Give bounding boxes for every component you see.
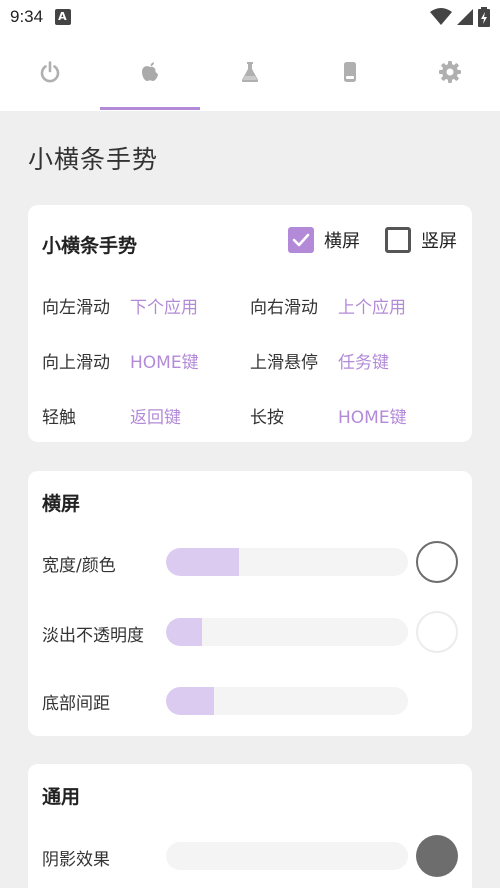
gesture-tap-action[interactable]: 返回键: [130, 403, 181, 428]
top-bar: 9:34: [0, 0, 500, 111]
landscape-checkbox-label: 横屏: [324, 231, 360, 252]
gesture-swipe-left-action[interactable]: 下个应用: [130, 293, 198, 318]
tab-apple[interactable]: [100, 48, 200, 100]
gesture-card: 小横条手势 横屏 竖屏 向左滑动 下个应用 向右滑动 上个应用 向上滑动 HOM…: [28, 205, 472, 442]
gesture-long-press-label: 长按: [250, 408, 284, 428]
checkbox-unchecked-icon: [385, 227, 411, 253]
gear-icon: [439, 61, 461, 83]
gesture-card-title: 小横条手势: [42, 235, 138, 257]
phone-icon: [344, 62, 356, 82]
width-color-label: 宽度/颜色: [42, 556, 116, 576]
gesture-swipe-right-action[interactable]: 上个应用: [338, 293, 406, 318]
gesture-swipe-right-label: 向右滑动: [250, 298, 318, 318]
tab-selected-indicator: [100, 107, 200, 110]
fade-opacity-label: 淡出不透明度: [42, 626, 144, 646]
fade-color-swatch[interactable]: [416, 611, 458, 653]
bottom-margin-slider[interactable]: [166, 687, 408, 715]
wifi-icon: [430, 8, 452, 25]
tab-settings[interactable]: [400, 48, 500, 100]
landscape-card: 横屏 宽度/颜色 淡出不透明度 底部间距: [28, 471, 472, 736]
general-card-title: 通用: [42, 786, 81, 808]
tab-power[interactable]: [0, 48, 100, 100]
tab-lab[interactable]: [200, 48, 300, 100]
checkbox-checked-icon: [288, 227, 314, 253]
page-title: 小横条手势: [28, 145, 159, 174]
status-bar: 9:34: [0, 0, 500, 34]
landscape-card-title: 横屏: [42, 493, 81, 515]
tab-bar: [0, 48, 500, 100]
status-icons: [430, 7, 490, 27]
gesture-long-press-action[interactable]: HOME键: [338, 403, 407, 428]
apple-icon: [142, 62, 158, 81]
tab-device[interactable]: [300, 48, 400, 100]
fade-opacity-slider-fill: [166, 618, 203, 646]
gesture-swipe-up-label: 向上滑动: [42, 353, 110, 373]
flask-icon: [241, 62, 259, 82]
fade-opacity-slider[interactable]: [166, 618, 408, 646]
gesture-swipe-up-action[interactable]: HOME键: [130, 348, 199, 373]
portrait-checkbox-label: 竖屏: [421, 231, 457, 252]
general-card: 通用 阴影效果: [28, 764, 472, 888]
status-time: 9:34: [10, 7, 44, 26]
gesture-tap-label: 轻触: [42, 408, 76, 428]
bottom-margin-label: 底部间距: [42, 694, 110, 714]
width-slider-fill: [166, 548, 239, 576]
landscape-checkbox[interactable]: 横屏: [288, 227, 360, 253]
bar-color-swatch[interactable]: [416, 541, 458, 583]
app-notification-icon: [55, 9, 72, 25]
shadow-effect-label: 阴影效果: [42, 850, 110, 870]
signal-icon: [457, 9, 473, 25]
power-icon: [40, 61, 60, 83]
gesture-swipe-left-label: 向左滑动: [42, 298, 110, 318]
gesture-swipe-hold-label: 上滑悬停: [250, 353, 318, 373]
battery-charging-icon: [478, 7, 490, 27]
shadow-color-swatch[interactable]: [416, 835, 458, 877]
gesture-swipe-hold-action[interactable]: 任务键: [338, 348, 389, 373]
width-slider[interactable]: [166, 548, 408, 576]
shadow-effect-slider[interactable]: [166, 842, 408, 870]
portrait-checkbox[interactable]: 竖屏: [385, 227, 457, 253]
bottom-margin-slider-fill: [166, 687, 215, 715]
